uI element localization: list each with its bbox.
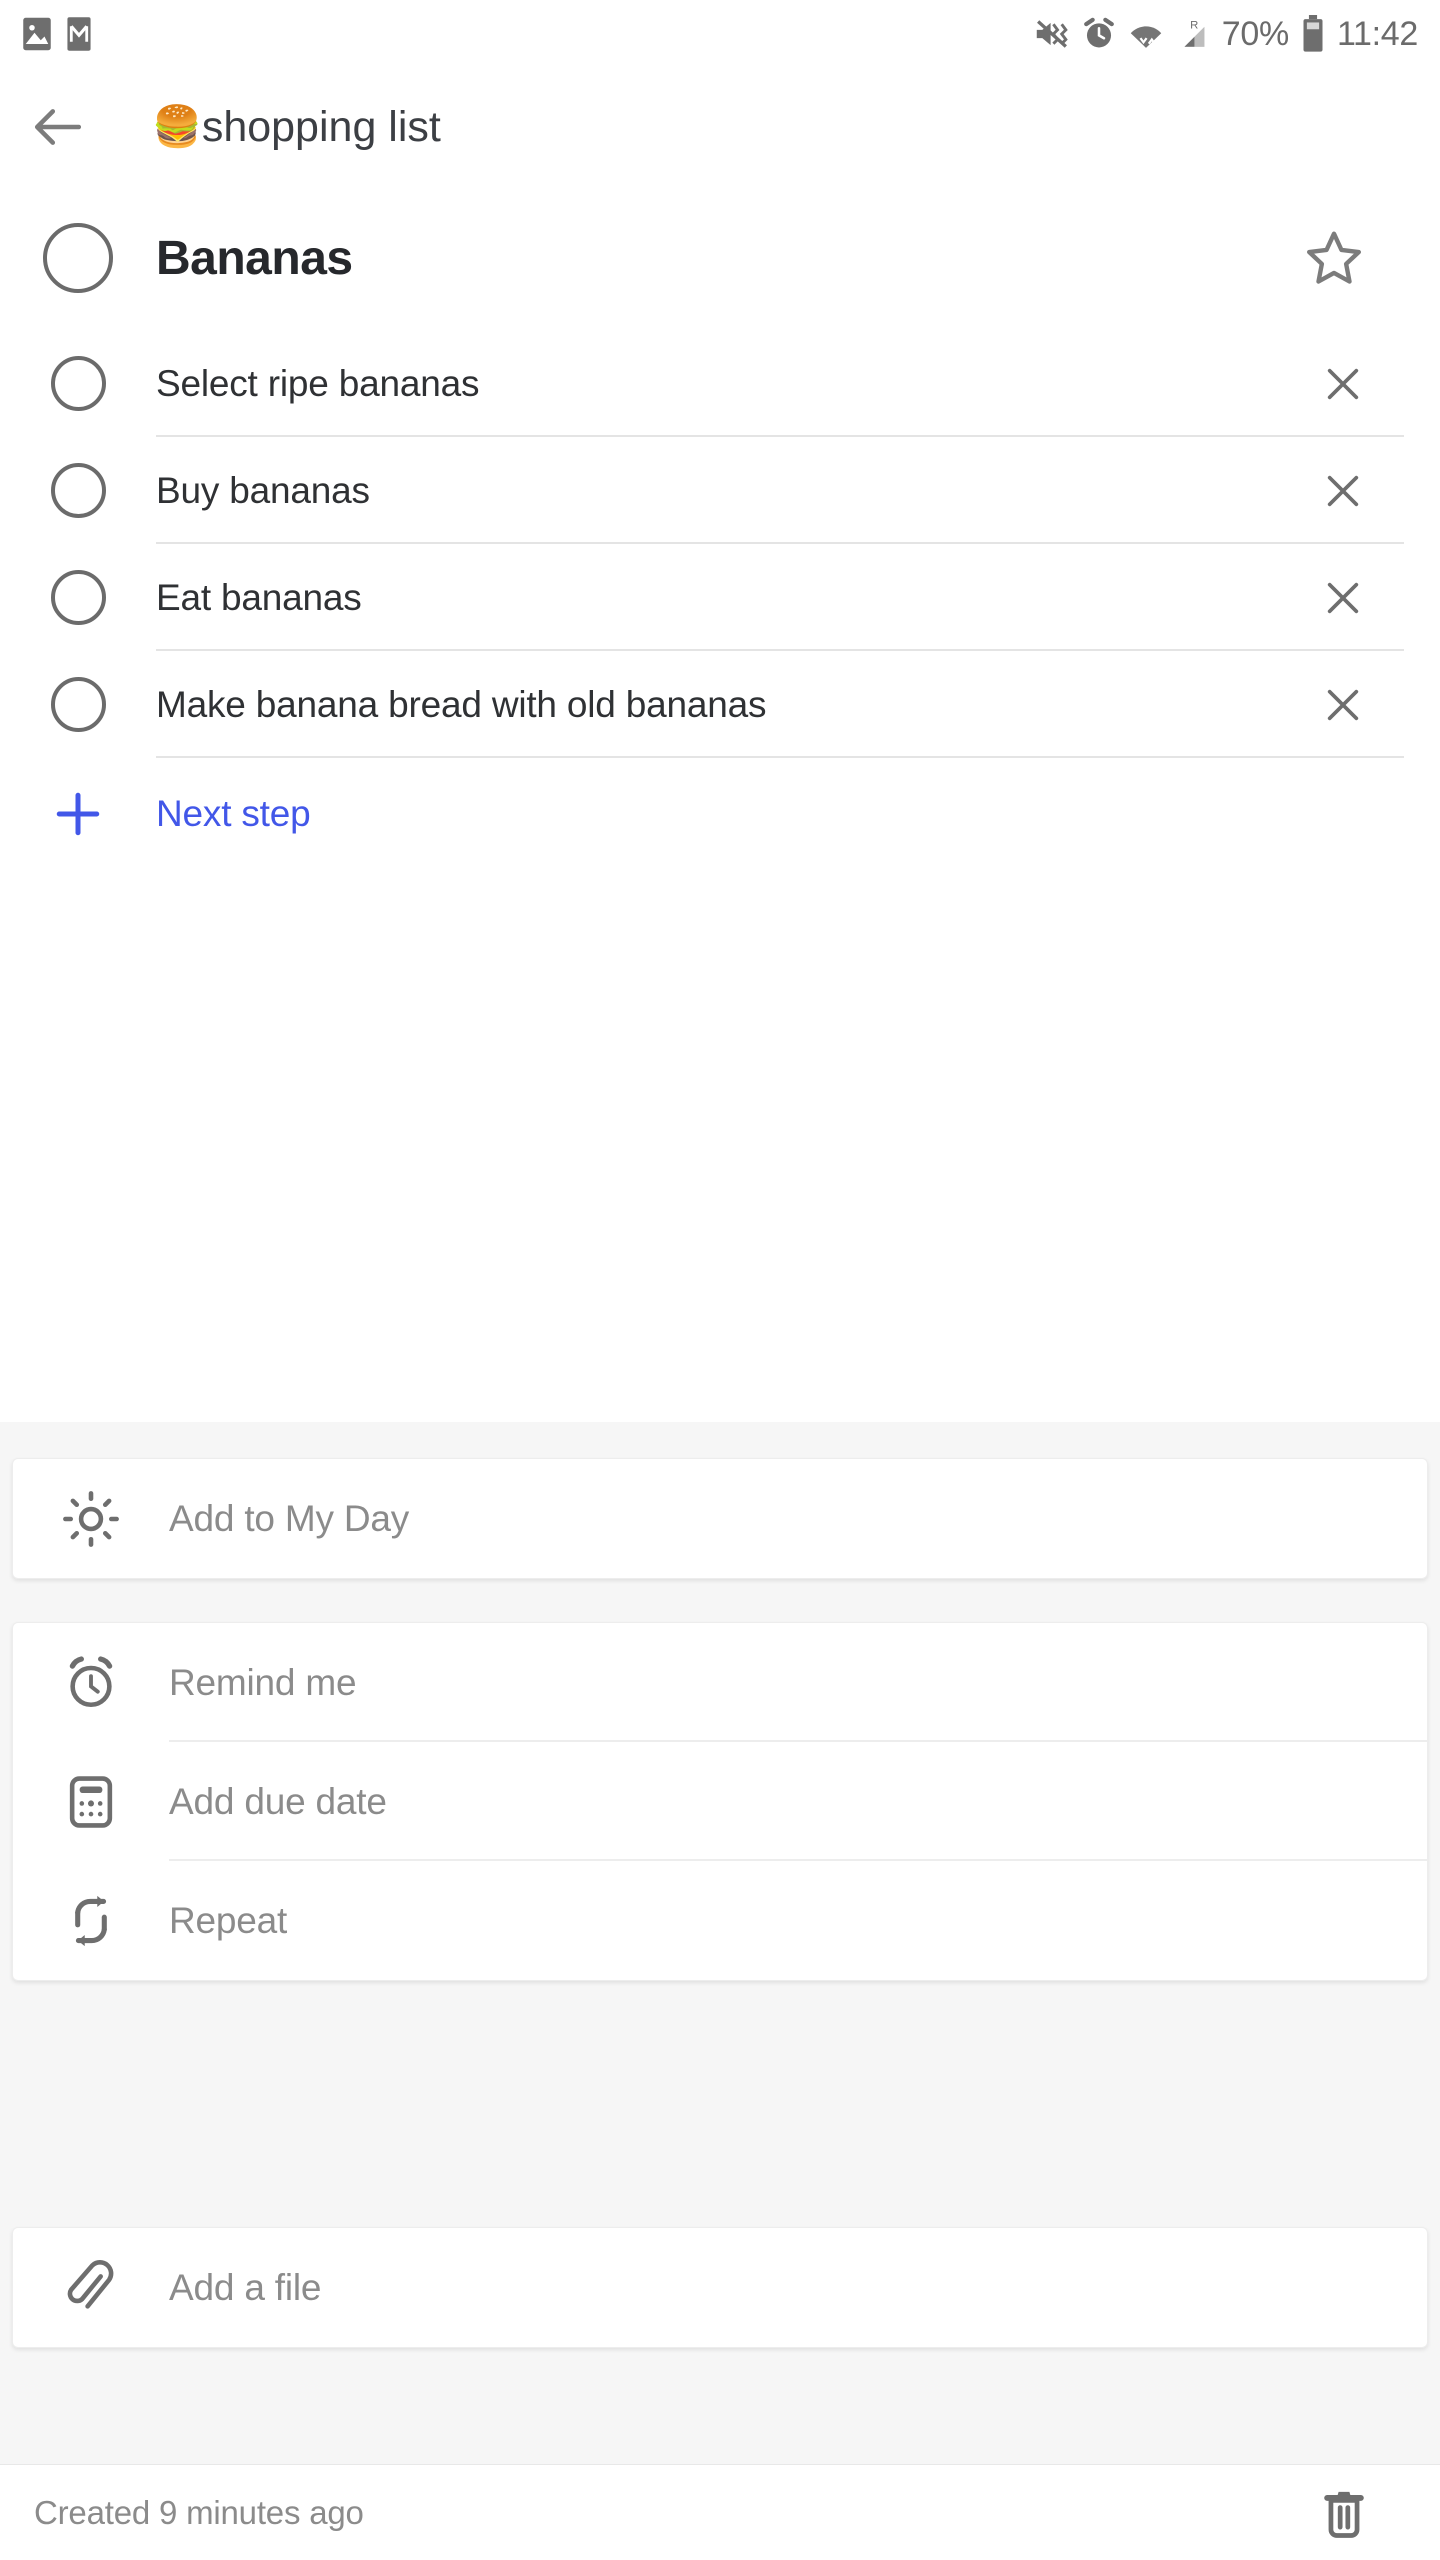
cellular-roaming-icon: R bbox=[1184, 19, 1205, 47]
gmail-icon bbox=[67, 17, 91, 51]
step-checkbox[interactable] bbox=[0, 570, 156, 625]
burger-emoji: 🍔 bbox=[152, 105, 202, 149]
favorite-star-button[interactable] bbox=[1294, 218, 1374, 298]
checkbox-circle-icon bbox=[50, 463, 106, 518]
step-label[interactable]: Eat bananas bbox=[156, 577, 1288, 619]
battery-icon bbox=[1303, 15, 1323, 52]
add-step-label[interactable]: Next step bbox=[156, 793, 311, 835]
table-row[interactable]: Eat bananas bbox=[0, 544, 1440, 651]
status-bar: R 70% 11:42 bbox=[0, 0, 1440, 68]
trash-icon bbox=[1324, 2491, 1364, 2538]
delete-step-button[interactable] bbox=[1288, 544, 1398, 651]
status-bar-notifications bbox=[22, 16, 92, 52]
close-icon bbox=[1327, 368, 1359, 399]
wifi-icon bbox=[1130, 26, 1162, 48]
clock-label: 11:42 bbox=[1336, 15, 1418, 53]
step-checkbox[interactable] bbox=[0, 677, 156, 732]
task-header: Bananas bbox=[0, 186, 1440, 330]
paperclip-icon bbox=[13, 2259, 169, 2317]
created-timestamp: Created 9 minutes ago bbox=[34, 2493, 364, 2531]
add-due-date-label: Add due date bbox=[169, 1780, 387, 1822]
delete-task-button[interactable] bbox=[1304, 2473, 1384, 2553]
close-icon bbox=[1327, 475, 1359, 506]
delete-step-button[interactable] bbox=[1288, 651, 1398, 758]
photos-icon bbox=[23, 17, 51, 51]
task-complete-checkbox[interactable] bbox=[0, 223, 156, 293]
table-row[interactable]: Make banana bread with old bananas bbox=[0, 651, 1440, 758]
star-outline-icon bbox=[1307, 231, 1361, 284]
add-step-row[interactable]: Next step bbox=[0, 758, 1440, 870]
app-bar: 🍔 shopping list bbox=[0, 68, 1440, 186]
step-label[interactable]: Make banana bread with old bananas bbox=[156, 684, 1288, 726]
add-to-my-day-label: Add to My Day bbox=[169, 1497, 410, 1539]
delete-step-button[interactable] bbox=[1288, 330, 1398, 437]
checkbox-circle-icon bbox=[50, 677, 106, 732]
checkbox-circle-icon bbox=[50, 570, 106, 625]
page-title-text: shopping list bbox=[201, 102, 441, 151]
steps-list: Select ripe bananas Buy bananas Eat bana… bbox=[0, 330, 1440, 870]
status-bar-system: R 70% 11:42 bbox=[1034, 15, 1418, 53]
sun-icon bbox=[13, 1490, 169, 1548]
checkbox-circle-icon bbox=[43, 223, 113, 293]
footer-bar: Created 9 minutes ago bbox=[0, 2464, 1440, 2560]
alarm-clock-icon bbox=[13, 1654, 169, 1712]
details-panel: Add to My Day Remind me Add due date Rep… bbox=[0, 1422, 1440, 2482]
step-checkbox[interactable] bbox=[0, 463, 156, 518]
vibrate-mute-icon bbox=[1036, 20, 1068, 48]
back-button[interactable] bbox=[0, 68, 116, 186]
delete-step-button[interactable] bbox=[1288, 437, 1398, 544]
alarm-icon bbox=[1083, 17, 1114, 48]
close-icon bbox=[1327, 582, 1359, 613]
add-a-file-label: Add a file bbox=[169, 2266, 322, 2308]
step-checkbox[interactable] bbox=[0, 356, 156, 411]
step-label[interactable]: Select ripe bananas bbox=[156, 363, 1288, 405]
option-card-scheduling: Remind me Add due date Repeat bbox=[12, 1622, 1428, 1981]
add-due-date-row[interactable]: Add due date bbox=[13, 1742, 1427, 1861]
add-to-my-day-row[interactable]: Add to My Day bbox=[13, 1459, 1427, 1578]
option-card-attachment: Add a file bbox=[12, 2227, 1428, 2348]
repeat-row[interactable]: Repeat bbox=[13, 1861, 1427, 1980]
battery-percent-label: 70% bbox=[1221, 15, 1289, 53]
back-arrow-icon bbox=[34, 109, 82, 145]
add-a-file-row[interactable]: Add a file bbox=[13, 2228, 1427, 2347]
table-row[interactable]: Buy bananas bbox=[0, 437, 1440, 544]
step-label[interactable]: Buy bananas bbox=[156, 470, 1288, 512]
plus-icon bbox=[56, 792, 100, 836]
repeat-icon bbox=[13, 1892, 169, 1950]
checkbox-circle-icon bbox=[50, 356, 106, 411]
remind-me-row[interactable]: Remind me bbox=[13, 1623, 1427, 1742]
option-card-my-day: Add to My Day bbox=[12, 1458, 1428, 1579]
remind-me-label: Remind me bbox=[169, 1661, 357, 1703]
svg-text:R: R bbox=[1190, 19, 1198, 31]
table-row[interactable]: Select ripe bananas bbox=[0, 330, 1440, 437]
close-icon bbox=[1327, 689, 1359, 720]
page-title: 🍔 shopping list bbox=[152, 103, 441, 152]
add-step-button[interactable] bbox=[0, 789, 156, 839]
repeat-label: Repeat bbox=[169, 1899, 288, 1941]
task-title[interactable]: Bananas bbox=[156, 231, 353, 286]
calendar-icon bbox=[13, 1773, 169, 1831]
